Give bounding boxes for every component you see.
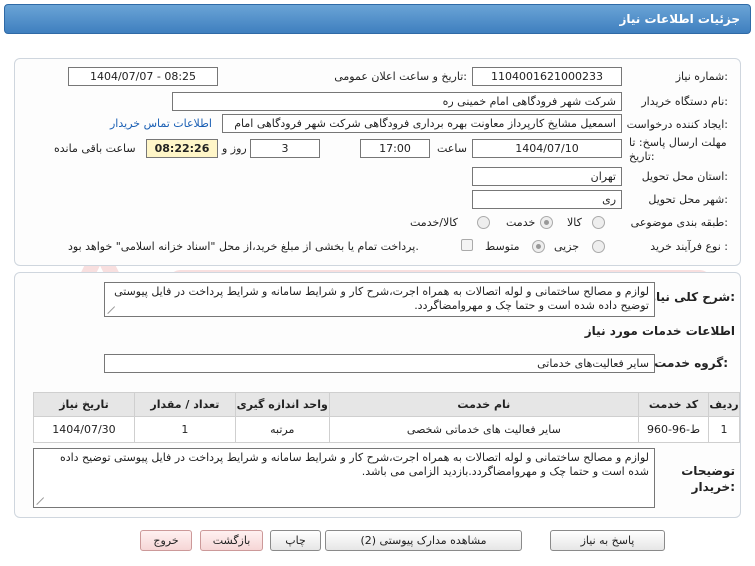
requester-label: ایجاد کننده درخواست: [626, 118, 728, 131]
page-title: جزئیات اطلاعات نیاز [619, 12, 740, 26]
table-row: 1 ط-96-960 سایر فعالیت های خدماتی شخصی م… [33, 416, 740, 443]
buyer-notes-textarea[interactable]: لوازم و مصالح ساختمانی و لوله اتصالات به… [33, 448, 655, 508]
service-group-label: گروه خدمت: [654, 356, 728, 370]
treasury-payment-note: پرداخت تمام یا بخشی از مبلغ خرید،از محل … [68, 240, 419, 253]
col-row: ردیف [708, 392, 740, 417]
category-goods-radio[interactable] [592, 216, 605, 229]
process-medium-label: متوسط [485, 240, 520, 253]
remaining-time-label: ساعت باقی مانده [54, 142, 136, 155]
remaining-days-field[interactable]: 3 [250, 139, 320, 158]
summary-resize-handle[interactable] [108, 306, 116, 314]
need-number-label: شماره نیاز: [675, 70, 728, 83]
col-service-name: نام خدمت [328, 392, 640, 417]
province-label: استان محل تحویل: [641, 170, 728, 183]
reply-button[interactable]: پاسخ به نیاز [550, 530, 665, 551]
services-table-header: ردیف کد خدمت نام خدمت واحد اندازه گیری ت… [33, 392, 740, 417]
col-quantity: تعداد / مقدار [133, 392, 236, 417]
buyer-notes-label: توضیحات خریدار: [681, 464, 735, 494]
remaining-time-field[interactable]: 08:22:26 [146, 139, 218, 158]
col-service-code: کد خدمت [638, 392, 710, 417]
buyer-org-field[interactable]: شرکت شهر فرودگاهی امام خمینی ره [172, 92, 622, 111]
deadline-time-field[interactable]: 17:00 [360, 139, 430, 158]
services-table: ردیف کد خدمت نام خدمت واحد اندازه گیری ت… [33, 392, 740, 443]
days-label: روز و [222, 142, 247, 155]
title-bar: جزئیات اطلاعات نیاز [4, 4, 751, 34]
services-heading: اطلاعات خدمات مورد نیاز [584, 324, 735, 338]
announce-datetime-field[interactable]: 1404/07/07 - 08:25 [68, 67, 218, 86]
summary-textarea[interactable]: لوازم و مصالح ساختمانی و لوله اتصالات به… [104, 282, 655, 317]
city-label: شهر محل تحویل: [648, 193, 728, 206]
cell-row: 1 [708, 416, 740, 443]
buyer-notes-resize-handle[interactable] [37, 497, 45, 505]
col-unit: واحد اندازه گیری [234, 392, 330, 417]
process-medium-radio[interactable] [532, 240, 545, 253]
category-service-radio[interactable] [540, 216, 553, 229]
back-button[interactable]: بازگشت [200, 530, 263, 551]
cell-quantity: 1 [133, 416, 236, 443]
category-goods-label: کالا [567, 216, 582, 229]
requester-field[interactable]: اسمعیل مشایخ کارپرداز معاونت بهره برداری… [222, 114, 622, 133]
view-attachments-button[interactable]: مشاهده مدارک پیوستی (2) [325, 530, 522, 551]
category-service-label: خدمت [506, 216, 536, 229]
category-label: طبقه بندی موضوعی: [630, 216, 728, 229]
process-minor-radio[interactable] [592, 240, 605, 253]
category-goods-service-radio[interactable] [477, 216, 490, 229]
service-group-field[interactable]: سایر فعالیت‌های خدماتی [104, 354, 655, 373]
category-goods-service-label: کالا/خدمت [410, 216, 458, 229]
exit-button[interactable]: خروج [140, 530, 192, 551]
deadline-date-field[interactable]: 1404/07/10 [472, 139, 622, 158]
process-minor-label: جزیی [554, 240, 580, 253]
summary-label: شرح کلی نیاز: [649, 290, 735, 304]
print-button[interactable]: چاپ [270, 530, 321, 551]
cell-service-name: سایر فعالیت های خدماتی شخصی [328, 416, 640, 443]
cell-unit: مرتبه [234, 416, 330, 443]
process-type-label: نوع فرآیند خرید : [650, 240, 728, 253]
cell-service-code: ط-96-960 [638, 416, 710, 443]
announce-datetime-label: تاریخ و ساعت اعلان عمومی: [334, 70, 467, 83]
buyer-org-label: نام دستگاه خریدار: [641, 95, 728, 108]
deadline-time-label: ساعت [437, 142, 467, 155]
treasury-payment-checkbox[interactable] [461, 239, 473, 251]
deadline-label: مهلت ارسال پاسخ: تا تاریخ: [629, 136, 727, 163]
city-field[interactable]: ری [472, 190, 622, 209]
buyer-contact-link[interactable]: اطلاعات تماس خریدار [110, 117, 212, 130]
need-number-field[interactable]: 1104001621000233 [472, 67, 622, 86]
cell-need-date: 1404/07/30 [33, 416, 135, 443]
col-need-date: تاریخ نیاز [33, 392, 135, 417]
province-field[interactable]: تهران [472, 167, 622, 186]
